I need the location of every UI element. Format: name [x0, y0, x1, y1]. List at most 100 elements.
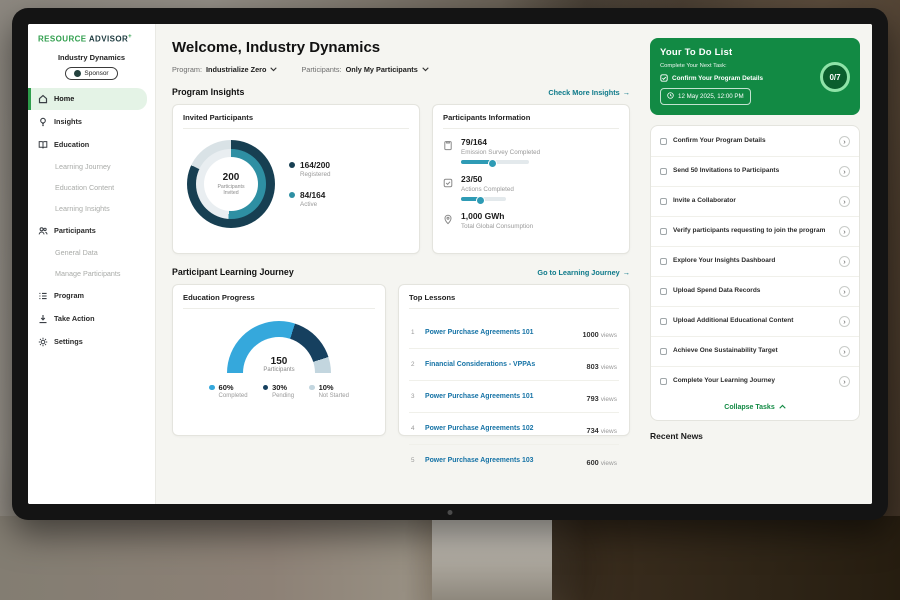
sidebar-item-label: Program — [54, 291, 84, 300]
task-row[interactable]: Confirm Your Program Details › — [651, 127, 859, 157]
legend-label: Registered — [300, 171, 330, 178]
task-chevron-icon[interactable]: › — [839, 226, 850, 237]
brand-plus: + — [128, 34, 132, 40]
clipboard-icon — [443, 137, 454, 164]
lesson-row: 1 Power Purchase Agreements 101 1000view… — [409, 317, 619, 349]
lesson-link[interactable]: Power Purchase Agreements 101 — [425, 329, 577, 336]
check-more-insights-link[interactable]: Check More Insights → — [548, 88, 630, 97]
task-chevron-icon[interactable]: › — [839, 196, 850, 207]
sidebar-item-general-data[interactable]: General Data — [28, 243, 155, 263]
invited-participants-card: Invited Participants 200 Participants In… — [172, 104, 420, 254]
sidebar-item-education[interactable]: Education — [28, 134, 155, 156]
recent-news-title: Recent News — [650, 431, 860, 441]
task-checkbox[interactable] — [660, 198, 667, 205]
task-row[interactable]: Achieve One Sustainability Target › — [651, 337, 859, 367]
legend-dot-active — [289, 192, 295, 198]
sidebar-item-education-content[interactable]: Education Content — [28, 178, 155, 198]
legend-value: 30% — [272, 383, 294, 392]
participants-dropdown[interactable]: Participants: Only My Participants — [301, 65, 428, 74]
legend-value: 10% — [319, 383, 349, 392]
participants-dropdown-label: Participants: — [301, 65, 341, 74]
lesson-rank: 3 — [411, 393, 419, 400]
lesson-rank: 2 — [411, 361, 419, 368]
sponsor-label: Sponsor — [84, 70, 108, 77]
legend-dot-pending — [263, 385, 269, 391]
card-title: Invited Participants — [183, 113, 409, 129]
task-row[interactable]: Invite a Collaborator › — [651, 187, 859, 217]
task-row[interactable]: Verify participants requesting to join t… — [651, 217, 859, 247]
sidebar-item-learning-insights[interactable]: Learning Insights — [28, 199, 155, 219]
gear-icon — [38, 337, 48, 347]
task-checkbox[interactable] — [660, 168, 667, 175]
sponsor-badge[interactable]: Sponsor — [65, 67, 117, 80]
monitor-stand — [432, 520, 552, 600]
task-checkbox[interactable] — [660, 378, 667, 385]
task-checkbox[interactable] — [660, 228, 667, 235]
task-row[interactable]: Upload Additional Educational Content › — [651, 307, 859, 337]
task-chevron-icon[interactable]: › — [839, 316, 850, 327]
sidebar-item-insights[interactable]: Insights — [28, 111, 155, 133]
sidebar: RESOURCE ADVISOR+ Industry Dynamics Spon… — [28, 24, 156, 504]
lesson-rank: 4 — [411, 425, 419, 432]
lesson-views-value: 1000 — [583, 330, 599, 339]
task-checkbox[interactable] — [660, 258, 667, 265]
sidebar-item-label: Settings — [54, 337, 83, 346]
sidebar-item-label: Education — [54, 140, 89, 149]
gauge-label: Participants — [227, 367, 331, 373]
todo-hero-card: Your To Do List Complete Your Next Task:… — [650, 38, 860, 115]
gauge-legend: 60% Completed 30% Pending — [209, 383, 349, 399]
learning-journey-header: Participant Learning Journey Go to Learn… — [172, 267, 630, 277]
lesson-views: 1000views — [583, 324, 618, 342]
lesson-link[interactable]: Power Purchase Agreements 102 — [425, 425, 581, 432]
sidebar-item-take-action[interactable]: Take Action — [28, 308, 155, 330]
task-checkbox[interactable] — [660, 318, 667, 325]
task-chevron-icon[interactable]: › — [839, 136, 850, 147]
go-to-learning-journey-link[interactable]: Go to Learning Journey → — [537, 268, 630, 277]
program-insights-cards: Invited Participants 200 Participants In… — [172, 104, 630, 254]
task-chevron-icon[interactable]: › — [839, 346, 850, 357]
link-label: Go to Learning Journey — [537, 268, 619, 277]
task-checkbox[interactable] — [660, 288, 667, 295]
task-row[interactable]: Explore Your Insights Dashboard › — [651, 247, 859, 277]
todo-list-card: Confirm Your Program Details › Send 50 I… — [650, 125, 860, 421]
sidebar-item-manage-participants[interactable]: Manage Participants — [28, 264, 155, 284]
participants-information-card: Participants Information 79/164 Emission… — [432, 104, 630, 254]
task-row[interactable]: Send 50 Invitations to Participants › — [651, 157, 859, 187]
sidebar-item-settings[interactable]: Settings — [28, 331, 155, 353]
list-icon — [38, 291, 48, 301]
collapse-tasks-button[interactable]: Collapse Tasks — [651, 396, 859, 419]
sidebar-item-label: Participants — [54, 226, 96, 235]
lesson-views: 734views — [587, 420, 617, 438]
top-lessons-card: Top Lessons 1 Power Purchase Agreements … — [398, 284, 630, 436]
invited-donut: 200 Participants Invited — [187, 140, 275, 228]
task-chevron-icon[interactable]: › — [839, 286, 850, 297]
task-chevron-icon[interactable]: › — [839, 376, 850, 387]
task-checkbox[interactable] — [660, 138, 667, 145]
sidebar-item-home[interactable]: Home — [28, 88, 147, 110]
lesson-views-suffix: views — [601, 396, 617, 403]
task-row[interactable]: Complete Your Learning Journey › — [651, 367, 859, 396]
next-task-row[interactable]: Confirm Your Program Details — [660, 74, 812, 82]
legend-item: 164/200 Registered — [289, 160, 330, 178]
task-row[interactable]: Upload Spend Data Records › — [651, 277, 859, 307]
gauge-center: 150 Participants — [227, 356, 331, 373]
participants-dropdown-value: Only My Participants — [346, 65, 418, 74]
todo-subtitle: Complete Your Next Task: — [660, 63, 812, 69]
task-chevron-icon[interactable]: › — [839, 256, 850, 267]
invited-donut-center: 200 Participants Invited — [204, 157, 258, 211]
task-chevron-icon[interactable]: › — [839, 166, 850, 177]
lesson-link[interactable]: Financial Considerations - VPPAs — [425, 361, 581, 368]
due-date-label: 12 May 2025, 12:00 PM — [678, 93, 744, 100]
lesson-link[interactable]: Power Purchase Agreements 103 — [425, 457, 581, 464]
home-icon — [38, 94, 48, 104]
sidebar-item-program[interactable]: Program — [28, 285, 155, 307]
sidebar-item-label: Home — [54, 94, 74, 103]
sidebar-item-participants[interactable]: Participants — [28, 220, 155, 242]
lesson-link[interactable]: Power Purchase Agreements 101 — [425, 393, 581, 400]
program-dropdown[interactable]: Program: Industrialize Zero — [172, 65, 277, 74]
sidebar-item-learning-journey[interactable]: Learning Journey — [28, 157, 155, 177]
task-checkbox[interactable] — [660, 348, 667, 355]
background-photo: RESOURCE ADVISOR+ Industry Dynamics Spon… — [0, 0, 900, 600]
task-label: Upload Additional Educational Content — [673, 317, 833, 326]
education-progress-card: Education Progress 150 Participants — [172, 284, 386, 436]
